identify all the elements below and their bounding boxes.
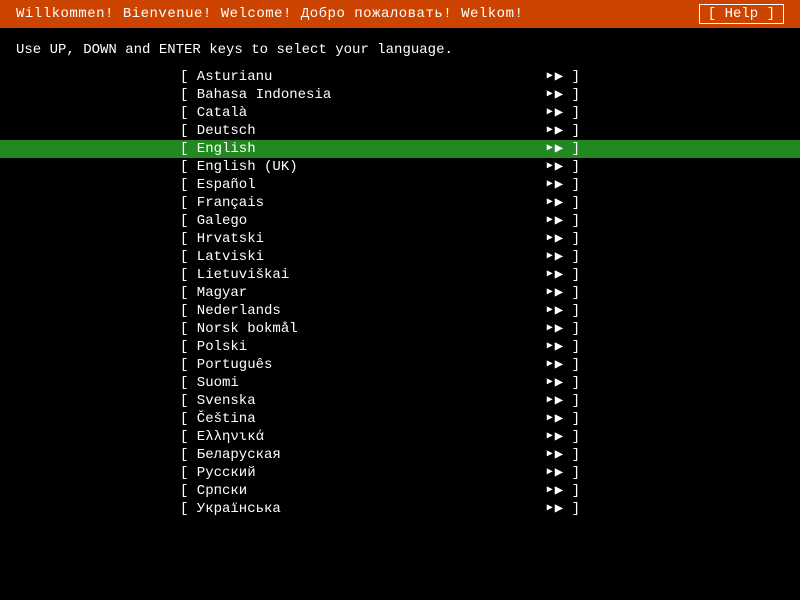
language-item-bahasa-indonesia[interactable]: [ Bahasa Indonesia ▶ ] (0, 86, 800, 104)
lang-arrow-polski: ▶ ] (547, 338, 580, 356)
language-item-svenska[interactable]: [ Svenska ▶ ] (0, 392, 800, 410)
lang-arrow-belarusskaya: ▶ ] (547, 446, 580, 464)
language-list: [ Asturianu ▶ ][ Bahasa Indonesia ▶ ][ C… (0, 68, 800, 518)
lang-arrow-galego: ▶ ] (547, 212, 580, 230)
instruction-text: Use UP, DOWN and ENTER keys to select yo… (0, 28, 800, 68)
lang-arrow-magyar: ▶ ] (547, 284, 580, 302)
lang-label-asturianu: [ Asturianu (180, 68, 272, 86)
language-item-norsk-bokmal[interactable]: [ Norsk bokmål ▶ ] (0, 320, 800, 338)
lang-label-ellinika: [ Ελληνικά (180, 428, 264, 446)
lang-arrow-lietuviskai: ▶ ] (547, 266, 580, 284)
lang-arrow-suomi: ▶ ] (547, 374, 580, 392)
language-item-lietuviskai[interactable]: [ Lietuviškai ▶ ] (0, 266, 800, 284)
lang-arrow-francais: ▶ ] (547, 194, 580, 212)
lang-label-belarusskaya: [ Беларуская (180, 446, 281, 464)
lang-arrow-catala: ▶ ] (547, 104, 580, 122)
lang-label-suomi: [ Suomi (180, 374, 239, 392)
lang-arrow-espanol: ▶ ] (547, 176, 580, 194)
language-item-latviski[interactable]: [ Latviski ▶ ] (0, 248, 800, 266)
lang-arrow-russkiy: ▶ ] (547, 464, 580, 482)
lang-label-magyar: [ Magyar (180, 284, 247, 302)
lang-arrow-deutsch: ▶ ] (547, 122, 580, 140)
language-item-magyar[interactable]: [ Magyar ▶ ] (0, 284, 800, 302)
lang-arrow-srpski: ▶ ] (547, 482, 580, 500)
lang-label-hrvatski: [ Hrvatski (180, 230, 264, 248)
language-item-portugues[interactable]: [ Português ▶ ] (0, 356, 800, 374)
lang-arrow-ellinika: ▶ ] (547, 428, 580, 446)
language-item-english[interactable]: [ English ▶ ] (0, 140, 800, 158)
language-item-hrvatski[interactable]: [ Hrvatski ▶ ] (0, 230, 800, 248)
lang-arrow-english-uk: ▶ ] (547, 158, 580, 176)
help-button[interactable]: [ Help ] (699, 4, 784, 24)
lang-label-nederlands: [ Nederlands (180, 302, 281, 320)
language-item-espanol[interactable]: [ Español ▶ ] (0, 176, 800, 194)
language-item-nederlands[interactable]: [ Nederlands ▶ ] (0, 302, 800, 320)
language-item-belarusskaya[interactable]: [ Беларуская ▶ ] (0, 446, 800, 464)
lang-label-norsk-bokmal: [ Norsk bokmål (180, 320, 298, 338)
language-item-catala[interactable]: [ Català ▶ ] (0, 104, 800, 122)
language-item-deutsch[interactable]: [ Deutsch ▶ ] (0, 122, 800, 140)
lang-label-galego: [ Galego (180, 212, 247, 230)
lang-arrow-svenska: ▶ ] (547, 392, 580, 410)
language-item-russkiy[interactable]: [ Русский ▶ ] (0, 464, 800, 482)
lang-arrow-portugues: ▶ ] (547, 356, 580, 374)
header-bar: Willkommen! Bienvenue! Welcome! Добро по… (0, 0, 800, 28)
language-item-ukrainska[interactable]: [ Українська ▶ ] (0, 500, 800, 518)
language-item-polski[interactable]: [ Polski ▶ ] (0, 338, 800, 356)
lang-label-russkiy: [ Русский (180, 464, 256, 482)
lang-label-svenska: [ Svenska (180, 392, 256, 410)
lang-arrow-english: ▶ ] (547, 140, 580, 158)
lang-label-english: [ English (180, 140, 256, 158)
lang-arrow-latviski: ▶ ] (547, 248, 580, 266)
lang-label-ukrainska: [ Українська (180, 500, 281, 518)
lang-label-latviski: [ Latviski (180, 248, 264, 266)
lang-label-espanol: [ Español (180, 176, 256, 194)
lang-arrow-bahasa-indonesia: ▶ ] (547, 86, 580, 104)
lang-label-francais: [ Français (180, 194, 264, 212)
lang-label-catala: [ Català (180, 104, 247, 122)
lang-arrow-nederlands: ▶ ] (547, 302, 580, 320)
lang-arrow-asturianu: ▶ ] (547, 68, 580, 86)
lang-arrow-ukrainska: ▶ ] (547, 500, 580, 518)
language-item-cestina[interactable]: [ Čeština ▶ ] (0, 410, 800, 428)
language-item-suomi[interactable]: [ Suomi ▶ ] (0, 374, 800, 392)
language-item-ellinika[interactable]: [ Ελληνικά ▶ ] (0, 428, 800, 446)
lang-arrow-cestina: ▶ ] (547, 410, 580, 428)
lang-label-bahasa-indonesia: [ Bahasa Indonesia (180, 86, 331, 104)
lang-label-polski: [ Polski (180, 338, 247, 356)
lang-label-english-uk: [ English (UK) (180, 158, 298, 176)
lang-label-portugues: [ Português (180, 356, 272, 374)
language-item-francais[interactable]: [ Français ▶ ] (0, 194, 800, 212)
language-item-asturianu[interactable]: [ Asturianu ▶ ] (0, 68, 800, 86)
lang-arrow-norsk-bokmal: ▶ ] (547, 320, 580, 338)
language-item-english-uk[interactable]: [ English (UK) ▶ ] (0, 158, 800, 176)
lang-label-cestina: [ Čeština (180, 410, 256, 428)
language-item-srpski[interactable]: [ Српски ▶ ] (0, 482, 800, 500)
language-item-galego[interactable]: [ Galego ▶ ] (0, 212, 800, 230)
lang-arrow-hrvatski: ▶ ] (547, 230, 580, 248)
header-title: Willkommen! Bienvenue! Welcome! Добро по… (16, 6, 523, 22)
lang-label-srpski: [ Српски (180, 482, 247, 500)
lang-label-lietuviskai: [ Lietuviškai (180, 266, 289, 284)
lang-label-deutsch: [ Deutsch (180, 122, 256, 140)
